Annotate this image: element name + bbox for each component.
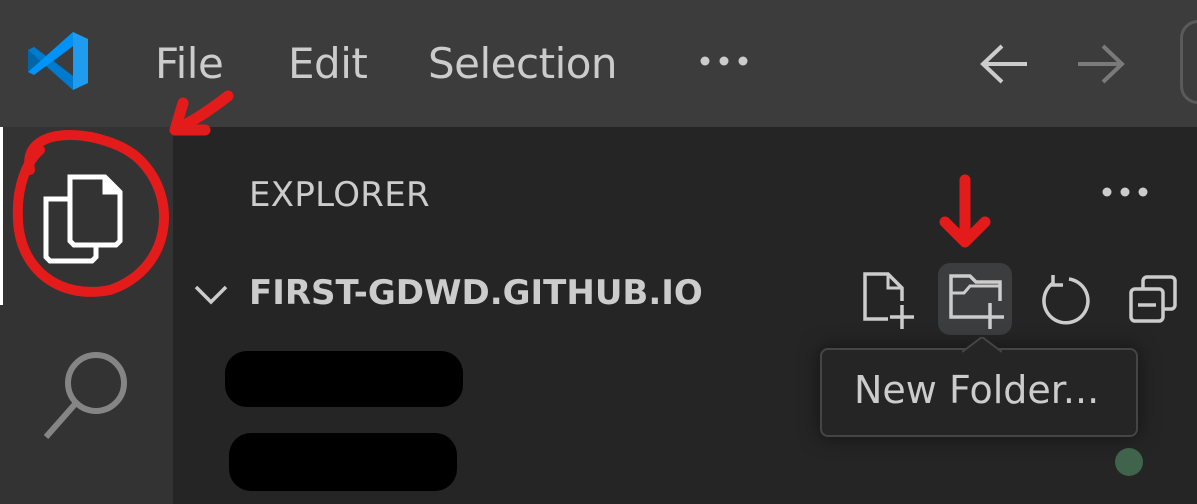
refresh-icon [1042,275,1090,325]
collapse-all-button[interactable] [1117,263,1191,335]
tooltip-pointer [962,337,1002,353]
tooltip: New Folder... [820,337,1138,437]
search-icon [43,352,127,439]
chevron-down-icon[interactable] [193,283,229,307]
command-center[interactable] [1180,20,1197,104]
tooltip-text: New Folder... [854,368,1100,412]
redacted-file-item[interactable] [225,351,463,407]
menu-edit[interactable]: Edit [288,36,368,92]
status-indicator-dot [1115,448,1143,476]
activity-bar [0,127,173,504]
new-file-icon [863,272,914,329]
sidebar-title: EXPLORER [249,175,430,215]
vscode-logo-icon [28,32,88,90]
activity-explorer[interactable] [0,147,173,287]
activity-search[interactable] [0,327,173,467]
new-file-button[interactable] [852,263,926,335]
menu-file[interactable]: File [155,36,224,92]
menu-selection[interactable]: Selection [428,36,618,92]
arrow-left-icon[interactable] [978,40,1030,88]
ellipsis-icon[interactable] [697,52,751,70]
new-folder-button[interactable] [938,263,1012,335]
new-folder-icon [949,274,1004,329]
arrow-right-icon[interactable] [1075,40,1127,88]
workspace-folder-name: FIRST-GDWD.GITHUB.IO [249,273,703,313]
redacted-file-item[interactable] [229,433,457,491]
refresh-button[interactable] [1027,263,1101,335]
more-actions-icon[interactable] [1097,177,1157,207]
title-bar: File Edit Selection [0,0,1197,127]
files-icon [43,174,123,264]
collapse-all-icon [1129,275,1177,323]
explorer-sidebar: EXPLORER FIRST-GDWD.GITHUB.IO [173,127,1197,504]
